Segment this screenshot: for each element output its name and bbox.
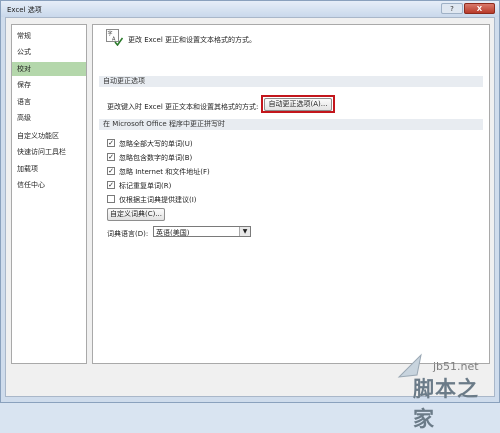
watermark-name: 脚本之家 [413,377,479,431]
watermark-url: jb51.net [433,360,479,373]
dialog-body: 常规 公式 校对 保存 语言 高级 自定义功能区 快速访问工具栏 加载项 信任中… [5,17,495,397]
checkbox-label: 忽略包含数字的单词(B) [119,154,193,162]
close-button[interactable]: X [464,3,495,14]
autocorrect-description: 更改键入时 Excel 更正文本和设置其格式的方式: [107,103,259,111]
ignore-internet-checkbox[interactable]: ✓ [107,167,115,175]
excel-options-window: Excel 选项 ? X 常规 公式 校对 保存 语言 高级 自定义功能区 快速… [0,0,500,431]
flag-repeated-checkbox[interactable]: ✓ [107,181,115,189]
checkbox-label: 仅根据主词典提供建议(I) [119,196,197,204]
ignore-uppercase-checkbox[interactable]: ✓ [107,139,115,147]
options-sidebar: 常规 公式 校对 保存 语言 高级 自定义功能区 快速访问工具栏 加载项 信任中… [11,24,87,364]
svg-text:A: A [112,37,116,43]
window-title: Excel 选项 [7,6,42,14]
dictionary-language-select[interactable]: 英语(美国) ▼ [153,226,251,237]
help-button[interactable]: ? [441,3,463,14]
spelling-section-header: 在 Microsoft Office 程序中更正拼写时 [99,119,483,130]
sidebar-item-save[interactable]: 保存 [12,78,86,92]
autocorrect-options-button[interactable]: 自动更正选项(A)... [264,98,332,111]
proofing-header-text: 更改 Excel 更正和设置文本格式的方式。 [128,36,256,44]
checkbox-label: 忽略全部大写的单词(U) [119,140,193,148]
dictionary-language-label: 词典语言(D): [107,230,149,238]
custom-dictionaries-button[interactable]: 自定义词典(C)... [107,208,165,221]
sidebar-item-general[interactable]: 常规 [12,29,86,43]
sidebar-item-formulas[interactable]: 公式 [12,45,86,59]
sidebar-item-trust-center[interactable]: 信任中心 [12,178,86,192]
dictionary-language-value: 英语(美国) [156,229,190,237]
autocorrect-section-header: 自动更正选项 [99,76,483,87]
sidebar-item-proofing[interactable]: 校对 [12,62,86,76]
sidebar-item-quick-access-toolbar[interactable]: 快速访问工具栏 [12,145,86,159]
sidebar-item-advanced[interactable]: 高级 [12,111,86,125]
proofing-panel: 字 A 更改 Excel 更正和设置文本格式的方式。 自动更正选项 更改键入时 … [92,24,490,364]
ignore-numbers-checkbox[interactable]: ✓ [107,153,115,161]
main-dictionary-only-checkbox[interactable] [107,195,115,203]
title-bar: Excel 选项 ? X [1,1,499,17]
checkbox-label: 忽略 Internet 和文件地址(F) [119,168,210,176]
chevron-down-icon[interactable]: ▼ [239,227,250,236]
sidebar-item-customize-ribbon[interactable]: 自定义功能区 [12,129,86,143]
checkbox-label: 标记重复单词(R) [119,182,172,190]
sidebar-item-add-ins[interactable]: 加载项 [12,162,86,176]
sidebar-item-language[interactable]: 语言 [12,95,86,109]
proofing-abc-check-icon: 字 A [106,29,123,46]
